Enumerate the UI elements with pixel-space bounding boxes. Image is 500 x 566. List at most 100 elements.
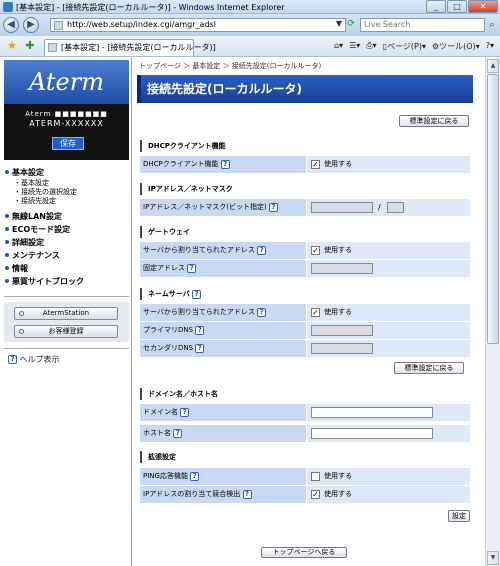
help-icon[interactable]: ? — [173, 428, 183, 438]
page-icon — [54, 21, 63, 30]
window-titlebar: [基本設定] - [接続先設定(ローカルルータ)] - Windows Inte… — [0, 0, 500, 14]
search-icon[interactable]: ⌕ — [486, 18, 498, 32]
favorites-star-icon[interactable]: ★ — [6, 40, 18, 52]
vertical-scrollbar[interactable]: ▲ ▼ — [485, 58, 500, 566]
section-extended: 拡張設定 — [140, 451, 470, 463]
feeds-icon[interactable]: ☰▾ — [349, 41, 360, 52]
row-gateway-auto: サーバから割り当てられたアドレス ? ✓ 使用する — [140, 242, 470, 260]
sidebar-item-site-block[interactable]: 悪質サイトブロック — [4, 275, 129, 288]
home-icon[interactable]: ⌂▾ — [334, 41, 343, 52]
favorites-bar: ★ ✚ [基本設定] - [接続先設定(ローカルルータ)] ⌂▾ ☰▾ ⎙▾ ▯… — [0, 36, 500, 57]
gateway-fixed-input[interactable] — [311, 263, 373, 274]
reset-defaults-button[interactable]: 標準設定に戻る — [399, 115, 469, 127]
sidebar-item-basic[interactable]: 基本設定 — [4, 166, 129, 179]
sidebar-divider — [4, 296, 129, 297]
help-icon[interactable]: ? — [257, 245, 267, 255]
maximize-button[interactable]: □ — [447, 0, 467, 13]
section-domain: ドメイン名／ホスト名 — [140, 388, 470, 400]
secondary-dns-input[interactable] — [311, 343, 373, 354]
row-primary-dns: プライマリDNS ? — [140, 322, 470, 340]
sidebar-subitem-basic-settings[interactable]: ・基本設定 — [4, 179, 129, 188]
row-value — [307, 340, 470, 357]
ip-separator: / — [378, 203, 381, 212]
back-to-top-button[interactable]: トップページへ戻る — [261, 547, 347, 558]
aterm-station-button[interactable]: AtermStation — [14, 307, 118, 320]
tools-menu[interactable]: ⚙ツール(O)▾ — [432, 41, 480, 52]
address-input[interactable]: http://web.setup/index.cgi/amgr_adsl — [50, 18, 346, 32]
sidebar: Aterm Aterm ■■■■■■■ ATERM-XXXXXX 保存 基本設定… — [0, 58, 132, 566]
help-link[interactable]: ? ヘルプ表示 — [8, 354, 60, 365]
minimize-button[interactable]: _ — [426, 0, 446, 13]
browser-tab[interactable]: [基本設定] - [接続先設定(ローカルルータ)] — [44, 39, 216, 56]
row-value: / — [307, 199, 470, 216]
sidebar-item-eco[interactable]: ECOモード設定 — [4, 223, 129, 236]
checkbox-label: 使用する — [324, 246, 352, 254]
row-label: セカンダリDNS ? — [140, 340, 306, 357]
apply-button[interactable]: 設定 — [448, 510, 470, 522]
add-favorite-icon[interactable]: ✚ — [24, 40, 36, 52]
sidebar-subitem-connection-select[interactable]: ・接続先の選択設定 — [4, 188, 129, 197]
row-value — [307, 425, 470, 442]
scroll-up-icon[interactable]: ▲ — [487, 59, 499, 73]
row-ping: PING応答機能 ? 使用する — [140, 468, 470, 486]
forward-button[interactable]: ▶ — [23, 17, 39, 33]
ip-conflict-checkbox[interactable]: ✓ — [311, 490, 320, 499]
print-icon[interactable]: ⎙▾ — [366, 41, 376, 52]
section-ip: IPアドレス／ネットマスク — [140, 183, 470, 195]
help-icon[interactable]: ? — [187, 263, 197, 273]
help-icon[interactable]: ? — [180, 407, 190, 417]
help-icon[interactable]: ? — [192, 289, 202, 299]
row-label: ホスト名 ? — [140, 425, 306, 442]
save-button[interactable]: 保存 — [52, 137, 84, 150]
help-icon[interactable]: ? — [190, 471, 200, 481]
section-dns: ネームサーバ ? — [140, 288, 470, 300]
help-menu-icon[interactable]: ?▾ — [486, 41, 494, 52]
close-button[interactable]: ✕ — [468, 0, 498, 13]
breadcrumb[interactable]: トップページ ＞ 基本設定 ＞ 接続先設定(ローカルルータ) — [139, 61, 321, 71]
dns-auto-checkbox[interactable]: ✓ — [311, 308, 320, 317]
help-icon[interactable]: ? — [268, 202, 278, 212]
gateway-auto-checkbox[interactable]: ✓ — [311, 246, 320, 255]
sidebar-item-advanced[interactable]: 詳細設定 — [4, 236, 129, 249]
reset-defaults-button-2[interactable]: 標準設定に戻る — [394, 362, 464, 374]
address-dropdown-icon[interactable]: ▼ — [333, 18, 345, 30]
ip-address-input[interactable] — [311, 202, 373, 213]
page-title: 接続先設定(ローカルルータ) — [137, 75, 473, 103]
sidebar-item-wireless[interactable]: 無線LAN設定 — [4, 210, 129, 223]
dhcp-checkbox[interactable]: ✓ — [311, 160, 320, 169]
sidebar-subitem-connection-settings[interactable]: ・接続先設定 — [4, 197, 129, 206]
domain-name-input[interactable] — [311, 407, 433, 418]
scroll-down-icon[interactable]: ▼ — [487, 551, 499, 565]
search-input[interactable]: Live Search — [360, 18, 485, 32]
ping-checkbox[interactable] — [311, 472, 320, 481]
help-icon[interactable]: ? — [220, 159, 230, 169]
host-name-input[interactable] — [311, 428, 433, 439]
row-label: IPアドレス／ネットマスク(ビット指定) ? — [140, 199, 306, 216]
primary-dns-input[interactable] — [311, 325, 373, 336]
section-gateway: ゲートウェイ — [140, 226, 470, 238]
row-label: PING応答機能 ? — [140, 468, 306, 485]
help-icon[interactable]: ? — [195, 325, 205, 335]
page-menu[interactable]: ▯ページ(P)▾ — [383, 41, 426, 52]
row-value: 使用する — [307, 468, 470, 485]
sidebar-item-maintenance[interactable]: メンテナンス — [4, 249, 129, 262]
help-icon[interactable]: ? — [195, 343, 205, 353]
row-label: ドメイン名 ? — [140, 404, 306, 421]
register-button[interactable]: お客様登録 — [14, 325, 118, 338]
scroll-thumb[interactable] — [487, 74, 499, 344]
refresh-icon[interactable]: ⟳ — [345, 18, 357, 30]
radio-dot-icon — [19, 329, 24, 334]
row-value — [307, 404, 470, 421]
aterm-logo: Aterm — [4, 60, 129, 104]
help-icon[interactable]: ? — [257, 307, 267, 317]
row-value: ✓ 使用する — [307, 304, 470, 321]
device-id: ATERM-XXXXXX — [29, 119, 104, 128]
row-label: 固定アドレス ? — [140, 260, 306, 277]
sidebar-item-info[interactable]: 情報 — [4, 262, 129, 275]
window-title: [基本設定] - [接続先設定(ローカルルータ)] - Windows Inte… — [16, 3, 285, 12]
netmask-input[interactable] — [387, 202, 404, 213]
help-icon[interactable]: ? — [242, 489, 252, 499]
checkbox-label: 使用する — [324, 308, 352, 316]
back-button[interactable]: ◀ — [3, 17, 19, 33]
sidebar-buttons: AtermStation お客様登録 — [4, 302, 129, 342]
